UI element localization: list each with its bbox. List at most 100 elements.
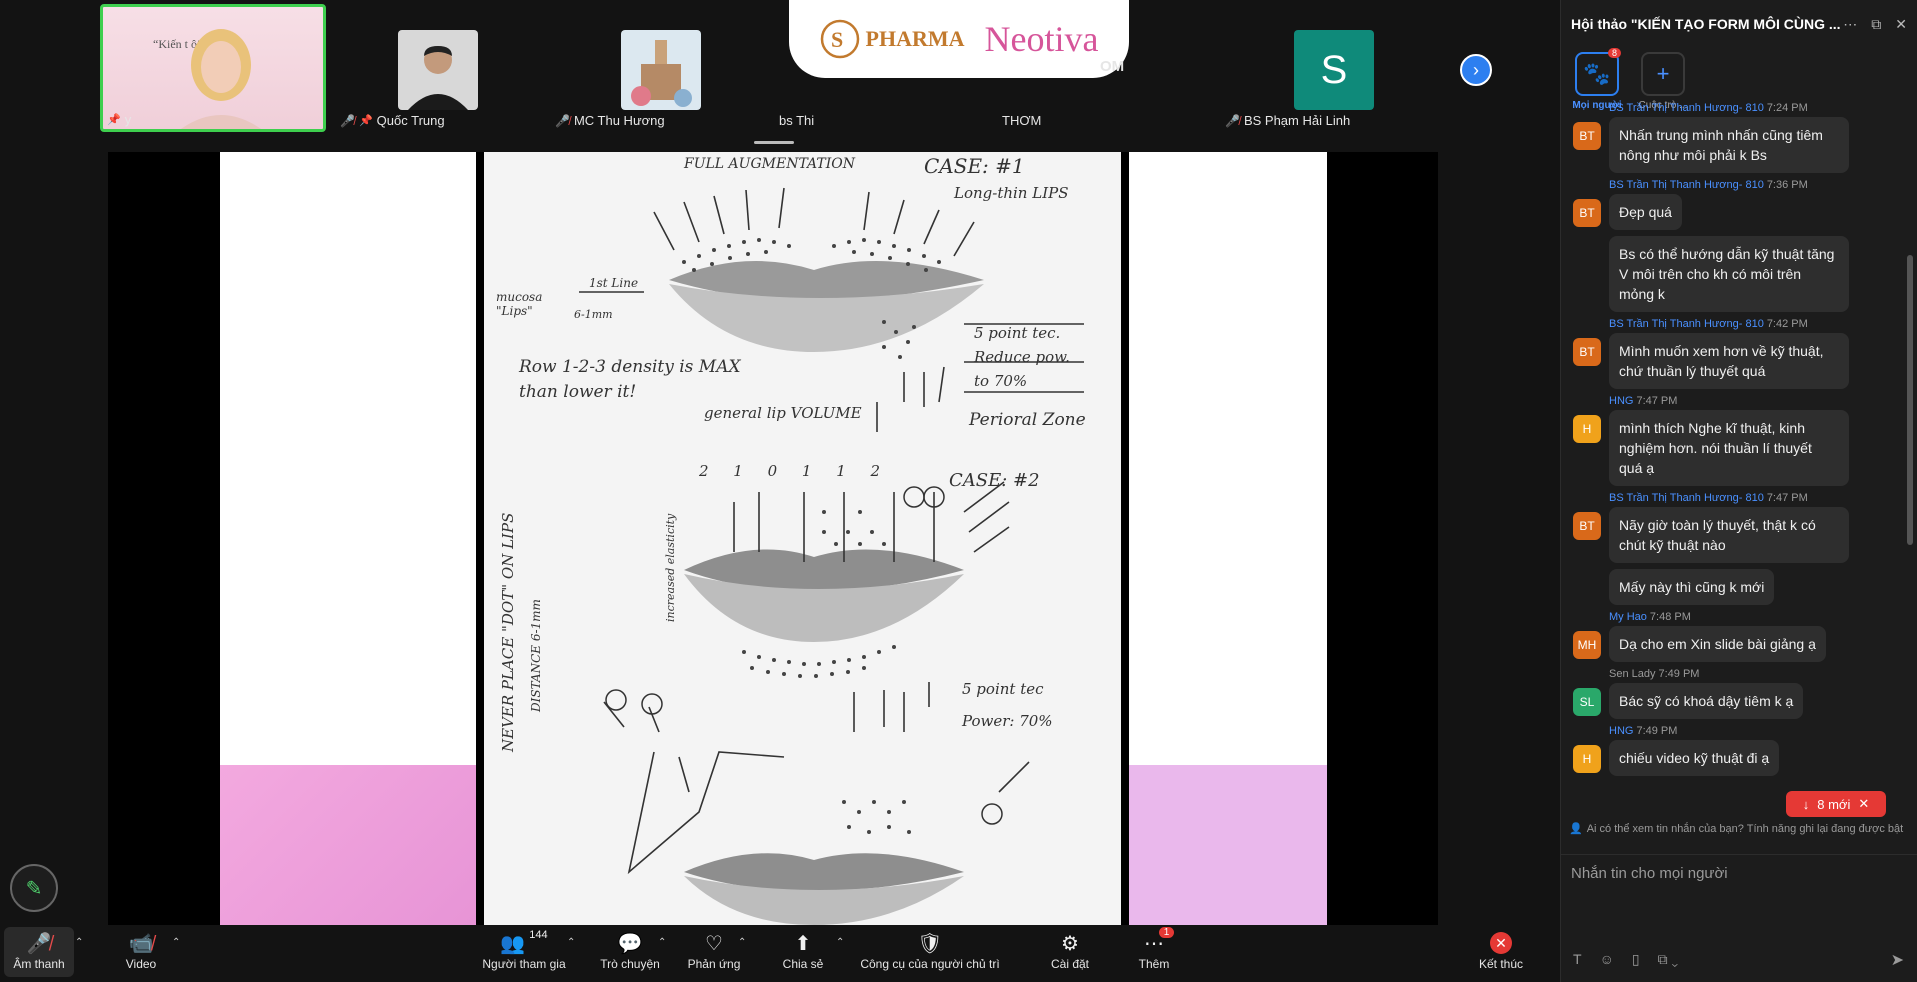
message-time: 7:47 PM [1636, 395, 1678, 407]
chat-panel: Hội thảo "KIẾN TẠO FORM MÔI CÙNG ... ⋯ ⧉… [1560, 0, 1917, 982]
sender-name[interactable]: HNG [1609, 395, 1633, 407]
sketch-five-point2: 5 point tec [962, 680, 1044, 698]
sender-name[interactable]: BS Trần Thị Thanh Hương- 810 [1609, 492, 1764, 504]
participant-tile-quoc-trung[interactable]: 🎤̸ 📌 Quốc Trung [340, 4, 480, 132]
share-button[interactable]: ⬆ Chia sẻ [780, 929, 826, 972]
file-icon[interactable]: ▯ [1632, 951, 1640, 968]
participant-name: 🎤̸ MC Thu Hương [555, 113, 665, 128]
participant-tile-mc-thu-huong[interactable]: 🎤̸ MC Thu Hương [555, 4, 701, 132]
message-time: 7:47 PM [1766, 492, 1808, 504]
new-messages-pill[interactable]: ↓ 8 mới ✕ [1786, 791, 1886, 817]
more-badge: 1 [1159, 927, 1174, 938]
avatar: MH [1573, 631, 1601, 659]
chat-options-caret[interactable]: ⌃ [658, 937, 666, 948]
chat-input-area[interactable]: Nhắn tin cho mọi người T ☺ ▯ ⧉ ⌄ ➤ [1561, 854, 1917, 982]
plus-icon: + [1641, 52, 1685, 96]
text-format-icon[interactable]: T [1573, 951, 1582, 968]
sketch-row2: than lower it! [519, 382, 637, 402]
sender-name[interactable]: Sen Lady [1609, 668, 1655, 680]
message-meta: My Hao 7:48 PM [1609, 611, 1826, 623]
message-body: BS Trần Thị Thanh Hương- 810 7:42 PM Mình … [1609, 318, 1849, 389]
arrow-down-icon: ↓ [1802, 796, 1810, 812]
video-off-icon: 📹̸ [128, 932, 154, 955]
chat-message[interactable]: H HNG 7:47 PM mình thích Nghe kĩ thuật, kin… [1561, 395, 1901, 486]
more-options-icon[interactable]: ⋯ [1843, 16, 1857, 33]
participants-options-caret[interactable]: ⌃ [567, 937, 575, 948]
chat-message[interactable]: Mấy này thì cũng k mới [1561, 569, 1901, 605]
self-video-tile[interactable]: “Kiến t ôi cùng 📌 y [100, 4, 326, 132]
more-button[interactable]: ⋯ 1 Thêm [1136, 927, 1174, 971]
chat-title: Hội thảo "KIẾN TẠO FORM MÔI CÙNG ... [1571, 16, 1841, 32]
message-bubble: Mình muốn xem hơn về kỹ thuật, chứ thuần… [1609, 333, 1849, 389]
sketch-mucosa: mucosa "Lips" [496, 290, 543, 318]
pharma-mark-icon: S [820, 19, 859, 59]
message-body: BS Trần Thị Thanh Hương- 810 7:36 PM Đẹp q… [1609, 179, 1808, 230]
settings-button[interactable]: ⚙ Cài đặt [1050, 929, 1090, 972]
sender-name[interactable]: My Hao [1609, 611, 1647, 623]
chat-message[interactable]: SL Sen Lady 7:49 PM Bác sỹ có khoá dậy tiêm… [1561, 668, 1901, 719]
audio-button[interactable]: 🎤̸ Âm thanh [4, 927, 74, 977]
participant-name: THƠM [1002, 113, 1042, 128]
pin-icon: 📌 [358, 115, 373, 127]
annotate-button[interactable]: ✎ [10, 864, 58, 912]
next-participants-button[interactable]: › [1460, 54, 1492, 86]
video-options-caret[interactable]: ⌃ [172, 937, 180, 948]
close-icon[interactable]: ✕ [1895, 16, 1907, 33]
sketch-power: Power: 70% [962, 712, 1053, 730]
sketch-title: FULL AUGMENTATION [684, 156, 855, 172]
avatar [398, 30, 478, 110]
avatar: SL [1573, 688, 1601, 716]
share-options-caret[interactable]: ⌃ [836, 937, 844, 948]
pop-out-icon[interactable]: ⧉ [1871, 16, 1881, 33]
sketch-five-point: 5 point tec. [974, 324, 1061, 342]
chat-message-list[interactable]: BT BS Trần Thị Thanh Hương- 810 7:24 PM Nhấ… [1561, 102, 1901, 802]
chat-message[interactable]: H HNG 7:49 PM chiếu video kỹ thuật đi ạ [1561, 725, 1901, 776]
reactions-button[interactable]: ♡ Phản ứng [686, 929, 742, 972]
sketch-reduce: Reduce pow. [974, 348, 1070, 366]
sketch-distance: DISTANCE 6-1mm [529, 599, 543, 712]
participant-name: bs Thi [779, 113, 815, 128]
sketch-general: general lip VOLUME [704, 404, 862, 422]
sender-name[interactable]: HNG [1609, 725, 1633, 737]
end-meeting-button[interactable]: ✕ Kết thúc [1478, 929, 1524, 971]
shared-screen-label: OM [1100, 58, 1125, 75]
message-meta: HNG 7:47 PM [1609, 395, 1849, 407]
message-bubble: Nhấn trung mình nhấn cũng tiêm nông như … [1609, 117, 1849, 173]
message-meta: BS Trần Thị Thanh Hương- 810 7:36 PM [1609, 179, 1808, 191]
avatar: BT [1573, 122, 1601, 150]
chat-message[interactable]: BT BS Trần Thị Thanh Hương- 810 7:42 PM Mìn… [1561, 318, 1901, 389]
send-icon[interactable]: ➤ [1891, 950, 1904, 970]
emoji-icon[interactable]: ☺ [1600, 951, 1614, 968]
sender-name[interactable]: BS Trần Thị Thanh Hương- 810 [1609, 318, 1764, 330]
pencil-icon: ✎ [25, 877, 43, 900]
message-body: HNG 7:49 PM chiếu video kỹ thuật đi ạ [1609, 725, 1780, 776]
audio-options-caret[interactable]: ⌃ [75, 937, 83, 948]
sender-name[interactable]: BS Trần Thị Thanh Hương- 810 [1609, 179, 1764, 191]
participants-button[interactable]: 👥 144 Người tham gia [474, 929, 574, 971]
reactions-options-caret[interactable]: ⌃ [738, 937, 746, 948]
chat-message[interactable]: MH My Hao 7:48 PM Dạ cho em Xin slide bài g… [1561, 611, 1901, 662]
video-button[interactable]: 📹̸ Video [118, 929, 164, 972]
sketch-perioral: Perioral Zone [969, 410, 1086, 430]
sender-name[interactable]: BS Trần Thị Thanh Hương- 810 [1609, 102, 1764, 114]
chat-message[interactable]: BT BS Trần Thị Thanh Hương- 810 7:36 PM Đẹp… [1561, 179, 1901, 230]
sponsor-logo-banner: S PHARMA Neotiva [789, 0, 1129, 78]
chat-message[interactable]: Bs có thể hướng dẫn kỹ thuật tăng V môi … [1561, 236, 1901, 312]
participant-tile-bs-pham-hai-linh[interactable]: S 🎤̸ BS Phạm Hải Linh [1225, 4, 1385, 132]
message-time: 7:36 PM [1766, 179, 1808, 191]
screenshot-icon[interactable]: ⧉ ⌄ [1658, 951, 1679, 968]
close-icon[interactable]: ✕ [1858, 796, 1869, 812]
host-tools-button[interactable]: 🛡 Công cụ của người chủ trì [860, 929, 1000, 972]
mic-muted-icon: 🎤̸ [340, 113, 355, 128]
chat-button[interactable]: 💬 Trò chuyện [597, 929, 663, 972]
chat-input-placeholder[interactable]: Nhắn tin cho mọi người [1571, 865, 1728, 882]
avatar: H [1573, 415, 1601, 443]
share-scroll-indicator[interactable] [754, 141, 794, 144]
message-meta: BS Trần Thị Thanh Hương- 810 7:42 PM [1609, 318, 1849, 330]
participant-strip: “Kiến t ôi cùng 📌 y 🎤̸ 📌 Quốc Trung 🎤̸ M… [0, 0, 1560, 140]
neotiva-logo: Neotiva [984, 19, 1099, 59]
chat-scrollbar[interactable] [1907, 255, 1913, 545]
sketch-case2: CASE: #2 [949, 470, 1040, 491]
chat-message[interactable]: BT BS Trần Thị Thanh Hương- 810 7:47 PM Nãy… [1561, 492, 1901, 563]
chat-message[interactable]: BT BS Trần Thị Thanh Hương- 810 7:24 PM Nhấ… [1561, 102, 1901, 173]
